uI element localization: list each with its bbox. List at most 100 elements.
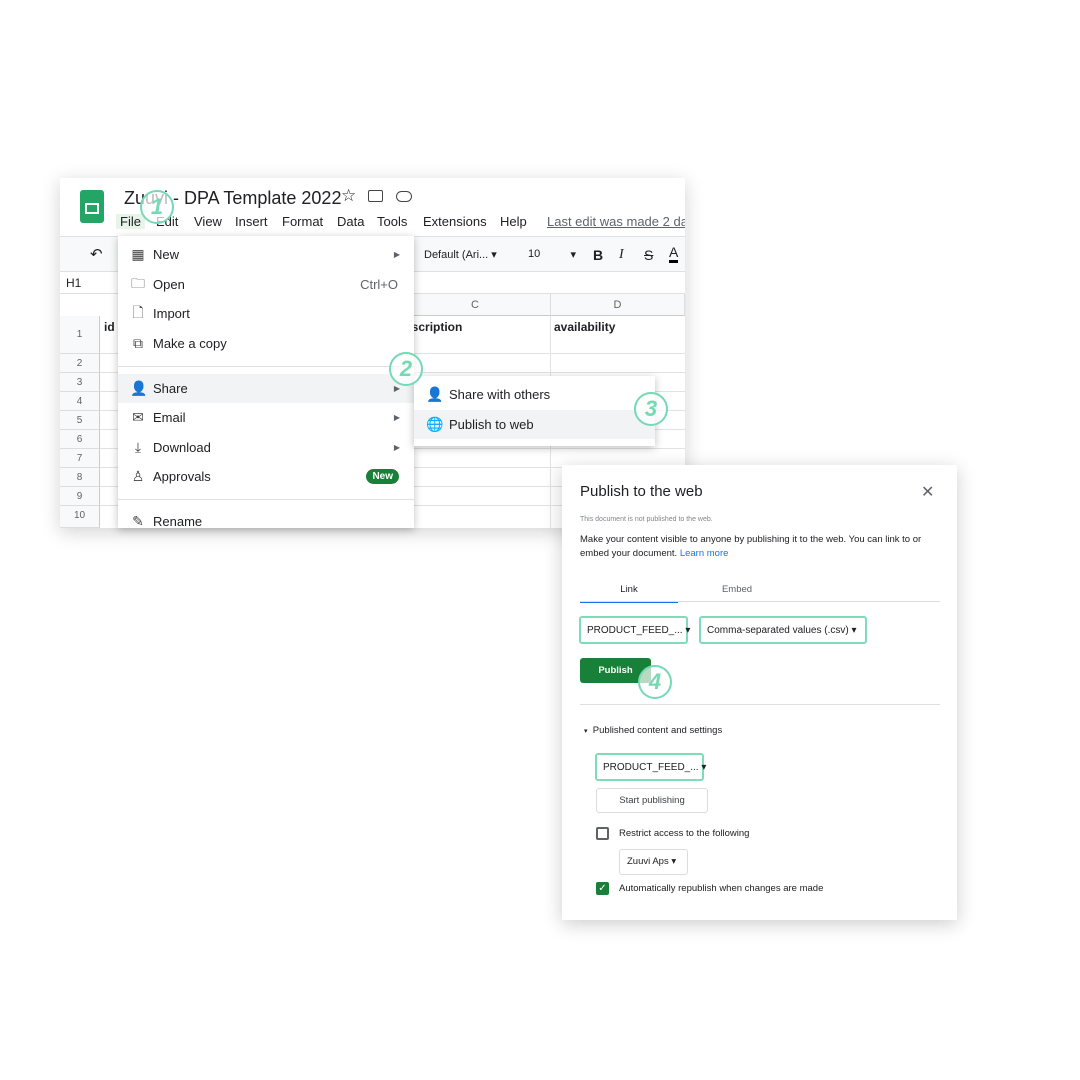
folder-icon: 🗀 [131, 274, 145, 291]
step-marker-3: 3 [634, 392, 668, 426]
file-menu: ▦ New ▶ 🗀 Open Ctrl+O 🗋 Import ⧉ Make a copy 👤… [118, 236, 414, 528]
menu-item-make-a-copy[interactable]: ⧉ Make a copy [118, 329, 414, 358]
section-label: Published content and settings [592, 725, 723, 736]
last-edit-link[interactable]: Last edit was made 2 da [547, 214, 685, 229]
step-marker-2: 2 [389, 352, 423, 386]
learn-more-link[interactable]: Learn more [680, 548, 729, 559]
restrict-access-checkbox[interactable] [596, 827, 609, 840]
cell-d1[interactable]: availability [554, 320, 615, 334]
submenu-arrow-icon: ▶ [393, 250, 400, 259]
menu-item-share[interactable]: 👤 Share ▶ [118, 374, 414, 403]
row-header[interactable]: 3 [60, 373, 100, 392]
font-select[interactable]: Default (Ari... ▾ [424, 248, 497, 261]
menu-item-label: Approvals [153, 469, 211, 484]
menu-item-email[interactable]: ✉ Email ▶ [118, 403, 414, 432]
menu-file[interactable]: File [116, 214, 145, 229]
row-header[interactable]: 5 [60, 411, 100, 430]
menu-item-label: Import [153, 306, 190, 321]
publish-status: This document is not published to the we… [580, 516, 713, 523]
publish-dialog: Publish to the web ✕ This document is no… [562, 465, 957, 920]
new-icon: ▦ [131, 246, 145, 262]
undo-icon[interactable]: ↶ [90, 245, 103, 263]
menu-item-label: New [153, 247, 180, 262]
row-header[interactable]: 1 [60, 316, 100, 354]
text-color-icon[interactable]: A [669, 244, 679, 263]
menu-help[interactable]: Help [500, 214, 527, 229]
published-settings-toggle[interactable]: ▾ Published content and settings [584, 725, 722, 736]
row-header[interactable]: 9 [60, 487, 100, 506]
menu-item-label: Open [153, 277, 185, 292]
dialog-description: Make your content visible to anyone by p… [580, 533, 945, 561]
rename-icon: ✎ [132, 513, 144, 528]
sheet-select-published[interactable]: PRODUCT_FEED_... ▾ [595, 753, 706, 781]
divider [118, 366, 414, 367]
format-select-value: Comma-separated values (.csv) [707, 624, 849, 636]
menu-item-label: Download [153, 440, 211, 455]
strikethrough-icon[interactable]: S [644, 247, 653, 263]
menu-item-share-with-others[interactable]: 👤 Share with others [414, 380, 655, 409]
menu-item-publish-to-web[interactable]: 🌐 Publish to web [414, 410, 655, 439]
format-select[interactable]: Comma-separated values (.csv) ▾ [699, 616, 867, 644]
row-header[interactable]: 6 [60, 430, 100, 449]
menu-item-new[interactable]: ▦ New ▶ [118, 240, 414, 269]
approvals-icon: ♙ [131, 468, 145, 484]
menu-view[interactable]: View [194, 214, 222, 229]
step-marker-1: 1 [140, 190, 174, 224]
step-marker-4: 4 [638, 665, 672, 699]
shortcut: Ctrl+O [360, 277, 398, 292]
menu-tools[interactable]: Tools [377, 214, 407, 229]
column-header-c[interactable]: C [400, 294, 551, 316]
cloud-icon[interactable] [396, 191, 412, 202]
person-add-icon: 👤 [426, 386, 444, 402]
font-value: Default (Ari... [424, 249, 489, 261]
start-publishing-button[interactable]: Start publishing [596, 788, 708, 813]
menu-format[interactable]: Format [282, 214, 323, 229]
file-icon: 🗋 [132, 303, 144, 320]
close-icon[interactable]: ✕ [921, 482, 934, 502]
tab-embed[interactable]: Embed [688, 584, 786, 595]
submenu-arrow-icon: ▶ [393, 443, 400, 452]
description-text: Make your content visible to anyone by p… [580, 534, 922, 559]
row-header[interactable]: 2 [60, 354, 100, 373]
row-header[interactable]: 8 [60, 468, 100, 487]
menu-item-label: Email [153, 410, 186, 425]
menu-extensions[interactable]: Extensions [423, 214, 487, 229]
copy-icon: ⧉ [133, 335, 143, 351]
menu-item-open[interactable]: 🗀 Open Ctrl+O [118, 270, 414, 299]
menu-data[interactable]: Data [337, 214, 364, 229]
font-size-select[interactable]: 10 ▾ [528, 248, 576, 261]
sheet-select[interactable]: PRODUCT_FEED_... ▾ [579, 616, 690, 644]
menu-item-download[interactable]: ⤓ Download ▶ [118, 433, 414, 462]
menu-item-approvals[interactable]: ♙ Approvals New [118, 462, 414, 491]
person-add-icon: 👤 [130, 380, 148, 396]
row-header[interactable]: 10 [60, 506, 100, 528]
move-folder-icon[interactable] [368, 190, 383, 202]
bold-icon[interactable]: B [593, 247, 603, 263]
menu-item-rename[interactable]: ✎ Rename [118, 507, 414, 528]
font-size-value: 10 [528, 248, 541, 260]
caret-down-icon: ▾ [584, 728, 588, 735]
row-header[interactable]: 4 [60, 392, 100, 411]
menu-item-label: Publish to web [449, 417, 534, 432]
italic-icon[interactable]: I [619, 247, 624, 263]
column-header-d[interactable]: D [551, 294, 685, 316]
submenu-arrow-icon: ▶ [393, 413, 400, 422]
section-divider [580, 704, 940, 705]
globe-icon: 🌐 [426, 416, 444, 432]
dialog-title: Publish to the web [580, 483, 703, 500]
cell-a1[interactable]: id [104, 320, 115, 334]
menu-item-label: Share with others [449, 387, 551, 402]
star-icon[interactable]: ☆ [341, 186, 356, 206]
mail-icon: ✉ [132, 409, 144, 425]
auto-republish-checkbox[interactable]: ✓ [596, 882, 609, 895]
sheet-select-value: PRODUCT_FEED_... [603, 761, 699, 773]
organization-value: Zuuvi Aps [627, 856, 669, 867]
organization-select[interactable]: Zuuvi Aps ▾ [619, 849, 688, 875]
menu-insert[interactable]: Insert [235, 214, 268, 229]
new-badge: New [366, 469, 399, 484]
sheet-select-value: PRODUCT_FEED_... [587, 624, 683, 636]
menu-item-import[interactable]: 🗋 Import [118, 299, 414, 328]
download-icon: ⤓ [134, 439, 142, 455]
menu-item-label: Make a copy [153, 336, 227, 351]
row-header[interactable]: 7 [60, 449, 100, 468]
